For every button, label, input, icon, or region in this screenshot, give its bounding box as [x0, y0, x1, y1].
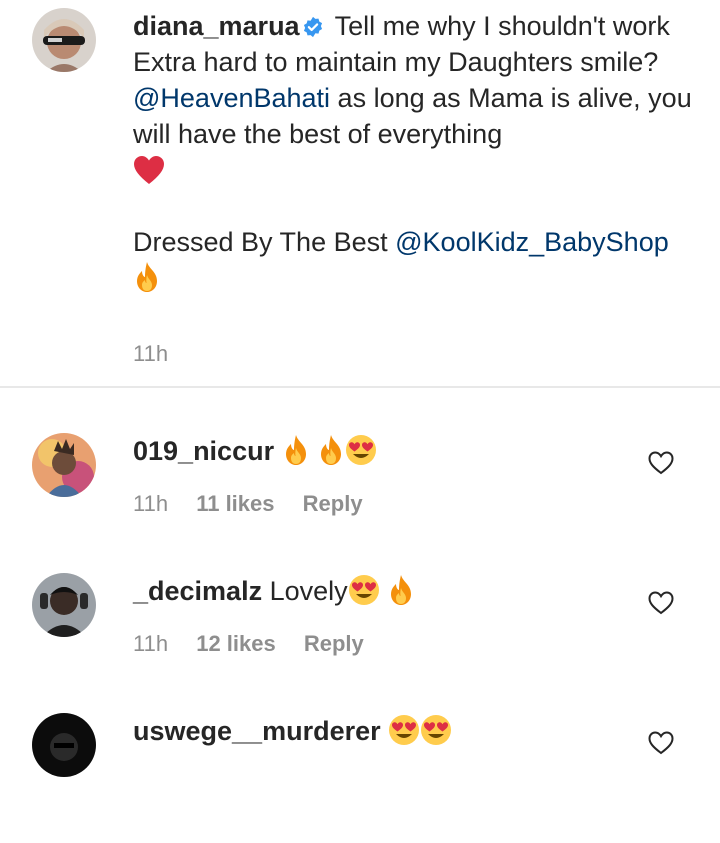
post-username[interactable]: diana_marua	[133, 11, 300, 41]
comment-username[interactable]: uswege__murderer	[133, 716, 381, 746]
comment-username[interactable]: 019_niccur	[133, 436, 274, 466]
reply-button[interactable]: Reply	[303, 491, 363, 516]
likes-count[interactable]: 11 likes	[196, 491, 274, 516]
like-heart-icon[interactable]	[648, 731, 674, 755]
comment-row: uswege__murderer	[0, 713, 720, 843]
divider	[0, 386, 720, 388]
likes-count[interactable]: 12 likes	[196, 631, 276, 656]
like-heart-icon[interactable]	[648, 451, 674, 475]
heart-eyes-emoji-icon	[348, 575, 379, 605]
red-heart-icon	[134, 156, 164, 184]
caption-line2: Dressed By The Best	[133, 227, 388, 257]
fire-icon	[285, 435, 306, 465]
reply-button[interactable]: Reply	[304, 631, 364, 656]
post-timestamp: 11h	[133, 341, 169, 366]
comment-username[interactable]: _decimalz	[133, 576, 262, 606]
comment-text: Lovely	[269, 576, 348, 606]
mention-link[interactable]: @HeavenBahati	[133, 83, 330, 113]
comment-time: 11h	[133, 491, 169, 516]
avatar[interactable]	[32, 573, 96, 637]
comment-time: 11h	[133, 631, 169, 656]
like-heart-icon[interactable]	[648, 591, 674, 615]
avatar[interactable]	[32, 433, 96, 497]
mention-link-2[interactable]: @KoolKidz_BabyShop	[395, 227, 669, 257]
comment-row: _decimalz Lovely 11h 12 likes Reply	[0, 573, 720, 703]
post-caption: diana_marua Tell me why I shouldn't work…	[133, 8, 693, 372]
fire-icon	[321, 435, 342, 465]
heart-eyes-emoji-icon	[389, 715, 420, 745]
verified-badge-icon	[303, 16, 322, 38]
heart-eyes-emoji-icon	[346, 435, 377, 465]
heart-eyes-emoji-icon	[421, 715, 452, 745]
fire-icon	[137, 262, 157, 292]
fire-icon	[391, 575, 412, 605]
avatar[interactable]	[32, 8, 96, 72]
comment-row: 019_niccur 11h 11 likes Reply	[0, 433, 720, 563]
avatar[interactable]	[32, 713, 96, 777]
